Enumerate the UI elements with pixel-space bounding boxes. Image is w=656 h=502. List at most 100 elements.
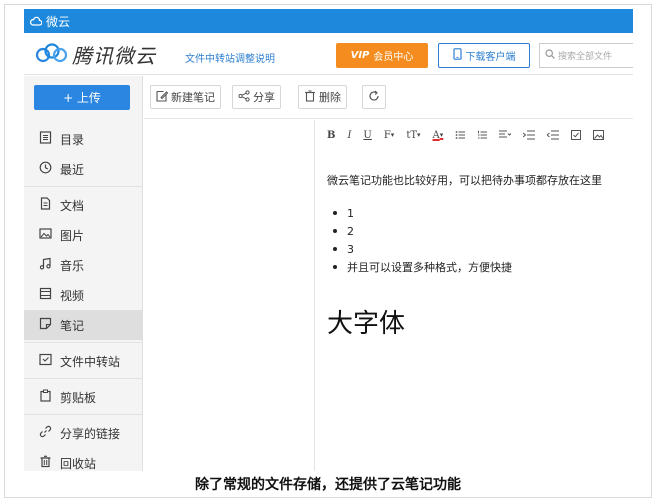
share-label: 分享 (253, 91, 275, 104)
vip-center-button[interactable]: VIP 会员中心 (336, 43, 428, 68)
list-item-text: 2 (347, 224, 354, 238)
sidebar-item-notes[interactable]: 笔记 (24, 310, 143, 340)
transfer-station-icon (39, 353, 52, 369)
numbered-list-icon[interactable] (477, 130, 488, 140)
font-size-button[interactable]: tT ▾ (406, 130, 420, 141)
note-bullet-list: 1 2 3 并且可以设置多种格式，方便快捷 (327, 204, 633, 276)
indent-increase-icon[interactable] (523, 130, 536, 140)
sidebar: + 上传 目录 最近 文档 图片 音乐 视频 笔记 文件中转站 剪贴板 分享的链… (24, 76, 143, 471)
sidebar-divider (24, 342, 143, 343)
upload-button[interactable]: + 上传 (34, 85, 130, 110)
share-button[interactable]: 分享 (232, 85, 281, 109)
chevron-down-icon: ▾ (417, 131, 421, 139)
vip-center-label: 会员中心 (373, 52, 414, 63)
directory-icon (39, 131, 52, 147)
note-toolbar: 新建笔记 分享 删除 (144, 76, 633, 119)
note-paragraph: 微云笔记功能也比较好用，可以把待办事项都存放在这里 (327, 174, 602, 187)
download-client-label: 下载客户端 (465, 52, 516, 63)
note-icon (39, 317, 52, 333)
search-placeholder: 搜索全部文件 (558, 52, 613, 62)
bold-button[interactable]: B (327, 130, 335, 141)
weiyun-cloud-logo-icon (34, 42, 68, 67)
sidebar-divider (24, 378, 143, 379)
note-list-panel[interactable] (144, 120, 315, 471)
list-item: 2 (333, 222, 633, 240)
download-client-button[interactable]: 下载客户端 (438, 43, 530, 68)
refresh-button[interactable] (362, 85, 386, 109)
cloud-icon (30, 16, 42, 26)
share-icon (238, 89, 250, 105)
music-icon (39, 257, 52, 273)
chevron-down-icon: ▾ (439, 131, 444, 139)
document-icon (39, 197, 52, 213)
sidebar-item-music[interactable]: 音乐 (24, 250, 143, 280)
note-content[interactable]: 微云笔记功能也比较好用，可以把待办事项都存放在这里 1 2 3 并且可以设置多种… (327, 172, 633, 340)
window-title: 微云 (46, 14, 71, 29)
main-panel: 新建笔记 分享 删除 B I U F ▾ tT ▾ A ▾ 微云笔记功能也比较好… (144, 76, 633, 471)
weiyun-app-window: 微云 腾讯微云 文件中转站调整说明 VIP 会员中心 下载客户端 搜索全部文件 … (24, 9, 633, 471)
chevron-down-icon: ▾ (390, 131, 395, 139)
delete-button[interactable]: 删除 (298, 85, 347, 109)
sidebar-item-label: 文件中转站 (60, 354, 121, 369)
sidebar-item-directory[interactable]: 目录 (24, 124, 143, 154)
font-color-label: A (432, 129, 440, 141)
note-editor[interactable]: B I U F ▾ tT ▾ A ▾ 微云笔记功能也比较好用，可以把待办事项都存放在这… (316, 120, 633, 471)
font-family-label: F (383, 129, 391, 141)
sidebar-item-label: 目录 (60, 132, 85, 147)
link-icon (39, 425, 52, 441)
clipboard-icon (39, 389, 52, 405)
phone-icon (452, 48, 462, 63)
sidebar-item-label: 最近 (60, 162, 85, 177)
sidebar-divider (24, 186, 143, 187)
trash-icon (39, 455, 52, 471)
list-item: 并且可以设置多种格式，方便快捷 (333, 258, 633, 276)
sidebar-item-label: 剪贴板 (60, 390, 97, 405)
refresh-icon (368, 90, 380, 105)
delete-label: 删除 (319, 91, 341, 104)
indent-decrease-icon[interactable] (547, 130, 560, 140)
logo-text: 腾讯微云 (72, 44, 156, 68)
sidebar-item-label: 图片 (60, 228, 85, 243)
clock-icon (39, 161, 52, 177)
list-item: 3 (333, 240, 633, 258)
sidebar-item-images[interactable]: 图片 (24, 220, 143, 250)
sidebar-item-shared-links[interactable]: 分享的链接 (24, 418, 143, 448)
new-note-icon (156, 90, 169, 105)
sidebar-item-recent[interactable]: 最近 (24, 154, 143, 184)
new-note-button[interactable]: 新建笔记 (150, 85, 221, 109)
app-header: 腾讯微云 文件中转站调整说明 VIP 会员中心 下载客户端 搜索全部文件 (24, 33, 633, 75)
underline-button[interactable]: U (363, 130, 371, 141)
align-icon[interactable] (499, 130, 512, 140)
sidebar-nav: 目录 最近 文档 图片 音乐 视频 笔记 文件中转站 剪贴板 分享的链接 回收站 (24, 124, 143, 471)
sidebar-item-transfer-station[interactable]: 文件中转站 (24, 346, 143, 376)
sidebar-item-label: 音乐 (60, 258, 85, 273)
image-icon (39, 227, 52, 243)
list-item-text: 1 (347, 206, 354, 220)
sidebar-item-recycle-bin[interactable]: 回收站 (24, 448, 143, 471)
transfer-notice-link[interactable]: 文件中转站调整说明 (185, 50, 275, 65)
sidebar-item-label: 文档 (60, 198, 85, 213)
sidebar-item-clipboard[interactable]: 剪贴板 (24, 382, 143, 412)
window-titlebar: 微云 (24, 9, 633, 33)
logo[interactable]: 腾讯微云 (34, 40, 156, 69)
list-item-text: 3 (347, 242, 354, 256)
sidebar-item-label: 分享的链接 (60, 426, 121, 441)
checkbox-icon[interactable] (571, 130, 582, 140)
search-icon (545, 49, 555, 62)
note-large-text: 大字体 (327, 309, 406, 339)
vip-mark: VIP (350, 50, 370, 61)
italic-button[interactable]: I (347, 130, 351, 141)
sidebar-item-documents[interactable]: 文档 (24, 190, 143, 220)
sidebar-divider (24, 414, 143, 415)
sidebar-item-label: 笔记 (60, 318, 85, 333)
new-note-label: 新建笔记 (171, 91, 215, 104)
format-toolbar: B I U F ▾ tT ▾ A ▾ (316, 120, 633, 150)
sidebar-item-video[interactable]: 视频 (24, 280, 143, 310)
search-input[interactable]: 搜索全部文件 (539, 43, 633, 68)
font-family-button[interactable]: F ▾ (384, 130, 394, 141)
bullet-list-icon[interactable] (455, 130, 466, 140)
font-color-button[interactable]: A ▾ (433, 130, 444, 141)
font-size-label: tT (406, 129, 418, 141)
sidebar-item-label: 回收站 (60, 456, 97, 471)
insert-image-icon[interactable] (593, 130, 605, 140)
